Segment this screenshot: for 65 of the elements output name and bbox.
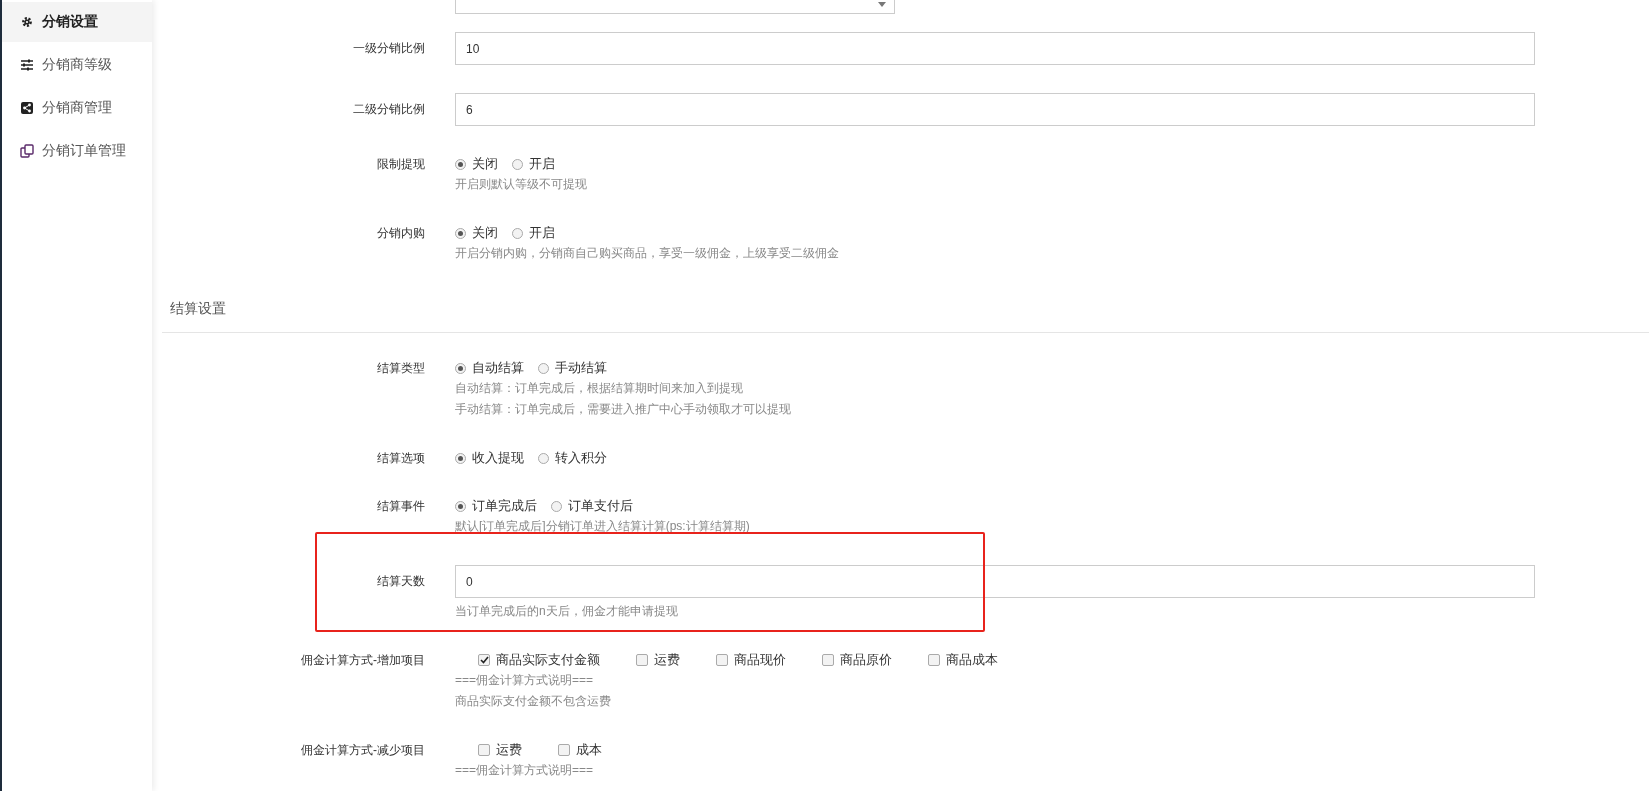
field-label: 一级分销比例 xyxy=(352,40,425,57)
option-label: 运费 xyxy=(654,651,680,669)
input-field[interactable]: 10 xyxy=(455,32,1535,65)
copy-icon xyxy=(20,144,34,158)
radio-button[interactable] xyxy=(512,158,523,170)
checkbox[interactable] xyxy=(822,654,834,666)
input-field[interactable]: 0 xyxy=(455,565,1535,598)
radio-button[interactable] xyxy=(455,362,466,374)
share-icon xyxy=(20,101,34,115)
option-label: 手动结算 xyxy=(555,359,607,377)
sidebar-item[interactable]: 分销设置 xyxy=(2,2,152,42)
caret-icon xyxy=(878,2,886,7)
option-label: 转入积分 xyxy=(555,449,607,467)
option-label: 商品成本 xyxy=(946,651,998,669)
checkbox[interactable] xyxy=(558,744,570,756)
hint-text: ===佣金计算方式说明=== xyxy=(455,672,595,689)
radio-button[interactable] xyxy=(512,227,523,239)
option-label: 自动结算 xyxy=(472,359,524,377)
checkbox[interactable] xyxy=(478,744,490,756)
hint-text: 手动结算：订单完成后，需要进入推广中心手动领取才可以提现 xyxy=(455,401,792,418)
radio-button[interactable] xyxy=(455,227,466,239)
field-label: 二级分销比例 xyxy=(352,101,425,118)
field-label: 结算事件 xyxy=(376,498,425,515)
option-label: 商品原价 xyxy=(840,651,892,669)
option-label: 商品现价 xyxy=(734,651,786,669)
radio-button[interactable] xyxy=(551,500,562,512)
field-label: 结算类型 xyxy=(376,360,425,377)
option-label: 商品实际支付金额 xyxy=(496,651,600,669)
input-field[interactable]: 6 xyxy=(455,93,1535,126)
radio-button[interactable] xyxy=(455,452,466,464)
checkbox[interactable] xyxy=(928,654,940,666)
radio-button[interactable] xyxy=(455,158,466,170)
hint-text: 当订单完成后的n天后，佣金才能申请提现 xyxy=(455,603,679,620)
sidebar-item[interactable]: 分销订单管理 xyxy=(2,131,152,171)
checkbox[interactable] xyxy=(636,654,648,666)
option-label: 开启 xyxy=(529,155,555,173)
sidebar-item[interactable]: 分销商管理 xyxy=(2,88,152,128)
gear-icon xyxy=(20,15,34,29)
hint-text: ===佣金计算方式说明=== xyxy=(455,762,595,779)
hint-text: 开启则默认等级不可提现 xyxy=(455,176,588,193)
option-label: 开启 xyxy=(529,224,555,242)
option-label: 运费 xyxy=(496,741,522,759)
option-label: 订单完成后 xyxy=(472,497,537,515)
hint-text: 商品实际支付金额不包含运费 xyxy=(455,693,612,710)
radio-button[interactable] xyxy=(455,500,466,512)
hint-text: 自动结算：订单完成后，根据结算期时间来加入到提现 xyxy=(455,380,744,397)
sidebar-item[interactable]: 分销商等级 xyxy=(2,45,152,85)
radio-button[interactable] xyxy=(538,362,549,374)
hint-text: 开启分销内购，分销商自己购买商品，享受一级佣金，上级享受二级佣金 xyxy=(455,245,840,262)
checkbox[interactable] xyxy=(716,654,728,666)
field-label: 限制提现 xyxy=(376,156,425,173)
option-label: 订单支付后 xyxy=(568,497,633,515)
option-label: 关闭 xyxy=(472,224,498,242)
option-label: 成本 xyxy=(576,741,602,759)
option-label: 收入提现 xyxy=(472,449,524,467)
field-label: 佣金计算方式-增加项目 xyxy=(300,652,425,669)
option-label: 关闭 xyxy=(472,155,498,173)
field-label: 结算选项 xyxy=(376,450,425,467)
checkbox[interactable] xyxy=(478,654,490,666)
field-label: 分销内购 xyxy=(376,225,425,242)
field-label: 结算天数 xyxy=(376,573,425,590)
section-heading: 结算设置 xyxy=(162,294,1649,333)
sliders-icon xyxy=(20,58,34,72)
radio-button[interactable] xyxy=(538,452,549,464)
field-label: 佣金计算方式-减少项目 xyxy=(300,742,425,759)
